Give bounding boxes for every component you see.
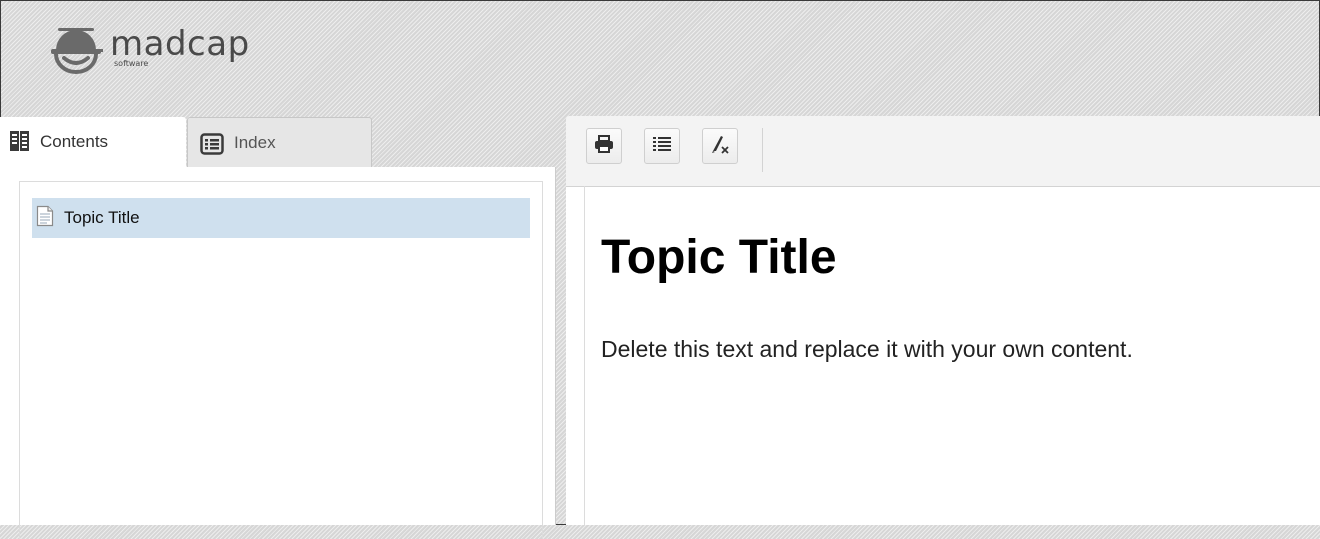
tab-index[interactable]: Index (187, 117, 372, 167)
topic-body-area: Topic Title Delete this text and replace… (584, 186, 1320, 525)
header: madcap software (1, 1, 1319, 105)
document-icon (36, 205, 54, 232)
topic-toolbar (566, 116, 1320, 187)
content-panel: Topic Title Delete this text and replace… (566, 116, 1320, 525)
tab-index-label: Index (234, 133, 276, 152)
logo-subtitle: software (114, 59, 149, 68)
toolbar-separator (762, 128, 763, 172)
toc-item-label: Topic Title (64, 208, 140, 227)
clear-highlight-icon (710, 134, 730, 159)
madcap-logo[interactable]: madcap software (48, 24, 250, 74)
contents-book-icon (8, 130, 32, 157)
topic-paragraph: Delete this text and replace it with you… (601, 336, 1133, 362)
toggle-list-button[interactable] (644, 128, 680, 164)
toc-tree: Topic Title (19, 181, 543, 539)
remove-highlight-button[interactable] (702, 128, 738, 164)
logo-name: madcap (110, 24, 250, 64)
propeller-smiley-icon (48, 25, 104, 77)
print-icon (594, 134, 614, 158)
tab-contents-label: Contents (40, 132, 109, 151)
print-button[interactable] (586, 128, 622, 164)
index-list-icon (200, 133, 224, 160)
navigation-panel: Topic Title (0, 167, 556, 539)
list-icon (653, 136, 671, 157)
topic-title: Topic Title (601, 231, 837, 284)
toc-item-topic-title[interactable]: Topic Title (32, 198, 530, 238)
tab-contents[interactable]: Contents (0, 117, 186, 167)
